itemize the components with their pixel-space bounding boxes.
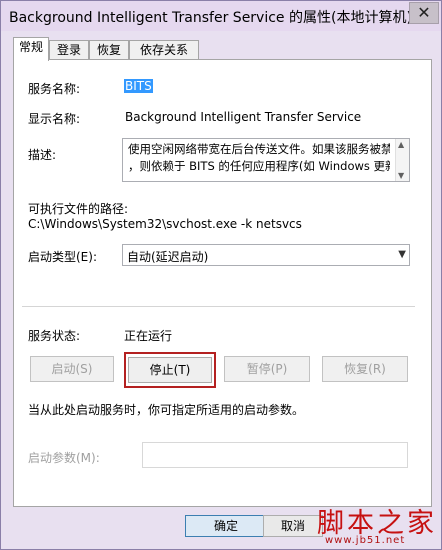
service-status-value: 正在运行 [124,329,173,343]
description-scrollbar[interactable]: ▲ ▼ [395,139,409,181]
pause-button[interactable]: 暂停(P) [224,356,310,382]
general-tab-panel: 服务名称: BITS 显示名称: Background Intelligent … [13,59,432,507]
exe-path-value[interactable]: C:\Windows\System32\svchost.exe -k netsv… [28,217,302,231]
ok-button[interactable]: 确定 [185,515,267,537]
description-label: 描述: [28,148,57,162]
start-params-label: 启动参数(M): [28,451,100,465]
display-name-label: 显示名称: [28,112,81,126]
description-line-1: 使用空闲网络带宽在后台传送文件。如果该服务被禁用 [128,142,390,156]
section-divider [22,306,415,307]
title-bar[interactable]: Background Intelligent Transfer Service … [1,1,441,31]
service-name-value[interactable]: BITS [124,79,153,93]
chevron-down-icon: ▼ [398,249,406,260]
description-line-2: ，则依赖于 BITS 的任何应用程序(如 Windows 更新 [128,159,390,173]
properties-dialog: Background Intelligent Transfer Service … [0,0,442,550]
start-params-input[interactable] [142,442,408,468]
scroll-up-icon[interactable]: ▲ [398,140,404,149]
stop-button-highlight [124,352,216,388]
startup-type-select[interactable]: 自动(延迟启动) ▼ [122,244,410,266]
service-status-label: 服务状态: [28,329,81,343]
tab-dependencies[interactable]: 依存关系 [129,40,199,60]
close-button[interactable]: ✕ [409,2,439,24]
start-params-hint: 当从此处启动服务时，你可指定所适用的启动参数。 [28,403,305,417]
service-name-label: 服务名称: [28,82,81,96]
tab-recovery[interactable]: 恢复 [89,40,129,60]
cancel-button[interactable]: 取消 [263,515,323,537]
resume-button[interactable]: 恢复(R) [322,356,408,382]
tab-strip: 常规 登录 恢复 依存关系 [13,37,433,61]
site-watermark: 脚本之家 www.jb51.net [317,501,442,550]
tab-general[interactable]: 常规 [13,37,49,61]
window-title: Background Intelligent Transfer Service … [9,10,412,26]
display-name-value[interactable]: Background Intelligent Transfer Service [125,110,361,124]
exe-path-label: 可执行文件的路径: [28,202,129,216]
startup-type-value: 自动(延迟启动) [127,250,209,264]
scroll-down-icon[interactable]: ▼ [398,171,404,180]
watermark-url: www.jb51.net [325,535,406,546]
description-text: 使用空闲网络带宽在后台传送文件。如果该服务被禁用 ，则依赖于 BITS 的任何应… [128,141,390,179]
start-button[interactable]: 启动(S) [30,356,114,382]
startup-type-label: 启动类型(E): [28,250,97,264]
tab-logon[interactable]: 登录 [49,40,89,60]
description-box[interactable]: 使用空闲网络带宽在后台传送文件。如果该服务被禁用 ，则依赖于 BITS 的任何应… [122,138,410,182]
